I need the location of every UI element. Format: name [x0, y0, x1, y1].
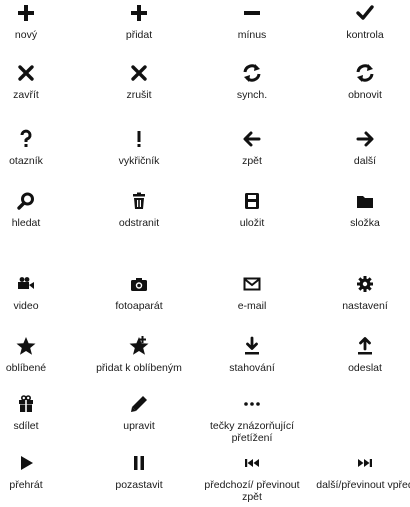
item-label: odeslat [348, 362, 382, 374]
item-camera: fotoaparát [84, 273, 194, 312]
item-exclamation: vykřičník [84, 128, 194, 167]
folder-icon [354, 190, 376, 212]
item-folder: složka [310, 190, 410, 229]
minus-icon [241, 2, 263, 24]
item-label: stahování [229, 362, 275, 374]
item-question: otazník [0, 128, 81, 167]
video-camera-icon [15, 273, 37, 295]
item-save: uložit [197, 190, 307, 229]
item-label: synch. [236, 89, 268, 101]
item-label: nový [14, 29, 38, 41]
item-next: další [310, 128, 410, 167]
arrow-left-icon [241, 128, 263, 150]
item-label: otazník [9, 155, 43, 167]
item-label: zpět [242, 155, 262, 167]
item-label: e-mail [237, 300, 267, 312]
question-mark-icon [15, 128, 37, 150]
item-skip-forward: další/převinout vpřed [310, 452, 410, 491]
item-add-favorite: přidat k oblíbeným [84, 335, 194, 374]
exclamation-mark-icon [128, 128, 150, 150]
item-label: upravit [123, 420, 155, 432]
item-add: přidat [84, 2, 194, 41]
item-upload: odeslat [310, 335, 410, 374]
item-label: vykřičník [118, 155, 160, 167]
item-label: oblíbené [5, 362, 47, 374]
item-label: zrušit [126, 89, 152, 101]
item-settings: nastavení [310, 273, 410, 312]
trash-icon [128, 190, 150, 212]
item-minus: mínus [197, 2, 307, 41]
pause-icon [128, 452, 150, 474]
item-label: předchozí/ převinout zpět [204, 479, 300, 503]
arrow-right-icon [354, 128, 376, 150]
refresh-icon [354, 62, 376, 84]
item-label: zavřít [13, 89, 39, 101]
envelope-icon [241, 273, 263, 295]
item-delete: odstranit [84, 190, 194, 229]
close-icon [15, 62, 37, 84]
item-label: hledat [11, 217, 41, 229]
upload-icon [354, 335, 376, 357]
sync-icon [241, 62, 263, 84]
item-label: složka [350, 217, 380, 229]
plus-icon [15, 2, 37, 24]
item-label: uložit [239, 217, 265, 229]
item-label: nastavení [342, 300, 388, 312]
item-label: tečky znázorňující přetížení [209, 420, 295, 444]
camera-icon [128, 273, 150, 295]
item-edit: upravit [84, 393, 194, 432]
item-label: další/převinout vpřed [316, 479, 410, 491]
item-email: e-mail [197, 273, 307, 312]
item-label: přidat [125, 29, 153, 41]
close-icon [128, 62, 150, 84]
item-sync: synch. [197, 62, 307, 101]
item-label: fotoaparát [115, 300, 163, 312]
star-plus-icon [128, 335, 150, 357]
item-video: video [0, 273, 81, 312]
previous-icon [241, 452, 263, 474]
plus-icon [128, 2, 150, 24]
gift-icon [15, 393, 37, 415]
item-play: přehrát [0, 452, 81, 491]
item-search: hledat [0, 190, 81, 229]
item-label: pozastavit [115, 479, 163, 491]
item-refresh: obnovit [310, 62, 410, 101]
gear-icon [354, 273, 376, 295]
item-label: obnovit [348, 89, 382, 101]
item-cancel: zrušit [84, 62, 194, 101]
item-label: přehrát [9, 479, 43, 491]
ellipsis-icon [241, 393, 263, 415]
item-previous: předchozí/ převinout zpět [197, 452, 307, 503]
item-label: mínus [237, 29, 267, 41]
item-label: přidat k oblíbeným [96, 362, 182, 374]
pencil-icon [128, 393, 150, 415]
item-share: sdílet [0, 393, 81, 432]
next-icon [354, 452, 376, 474]
download-icon [241, 335, 263, 357]
save-icon [241, 190, 263, 212]
item-back: zpět [197, 128, 307, 167]
item-check: kontrola [310, 2, 410, 41]
item-favorites: oblíbené [0, 335, 81, 374]
item-label: sdílet [13, 420, 39, 432]
item-overflow: tečky znázorňující přetížení [197, 393, 307, 444]
item-new: nový [0, 2, 81, 41]
item-label: video [13, 300, 39, 312]
star-icon [15, 335, 37, 357]
item-close: zavřít [0, 62, 81, 101]
item-label: odstranit [118, 217, 160, 229]
item-label: kontrola [346, 29, 384, 41]
item-download: stahování [197, 335, 307, 374]
play-icon [15, 452, 37, 474]
item-label: další [353, 155, 377, 167]
checkmark-icon [354, 2, 376, 24]
item-pause: pozastavit [84, 452, 194, 491]
search-icon [15, 190, 37, 212]
